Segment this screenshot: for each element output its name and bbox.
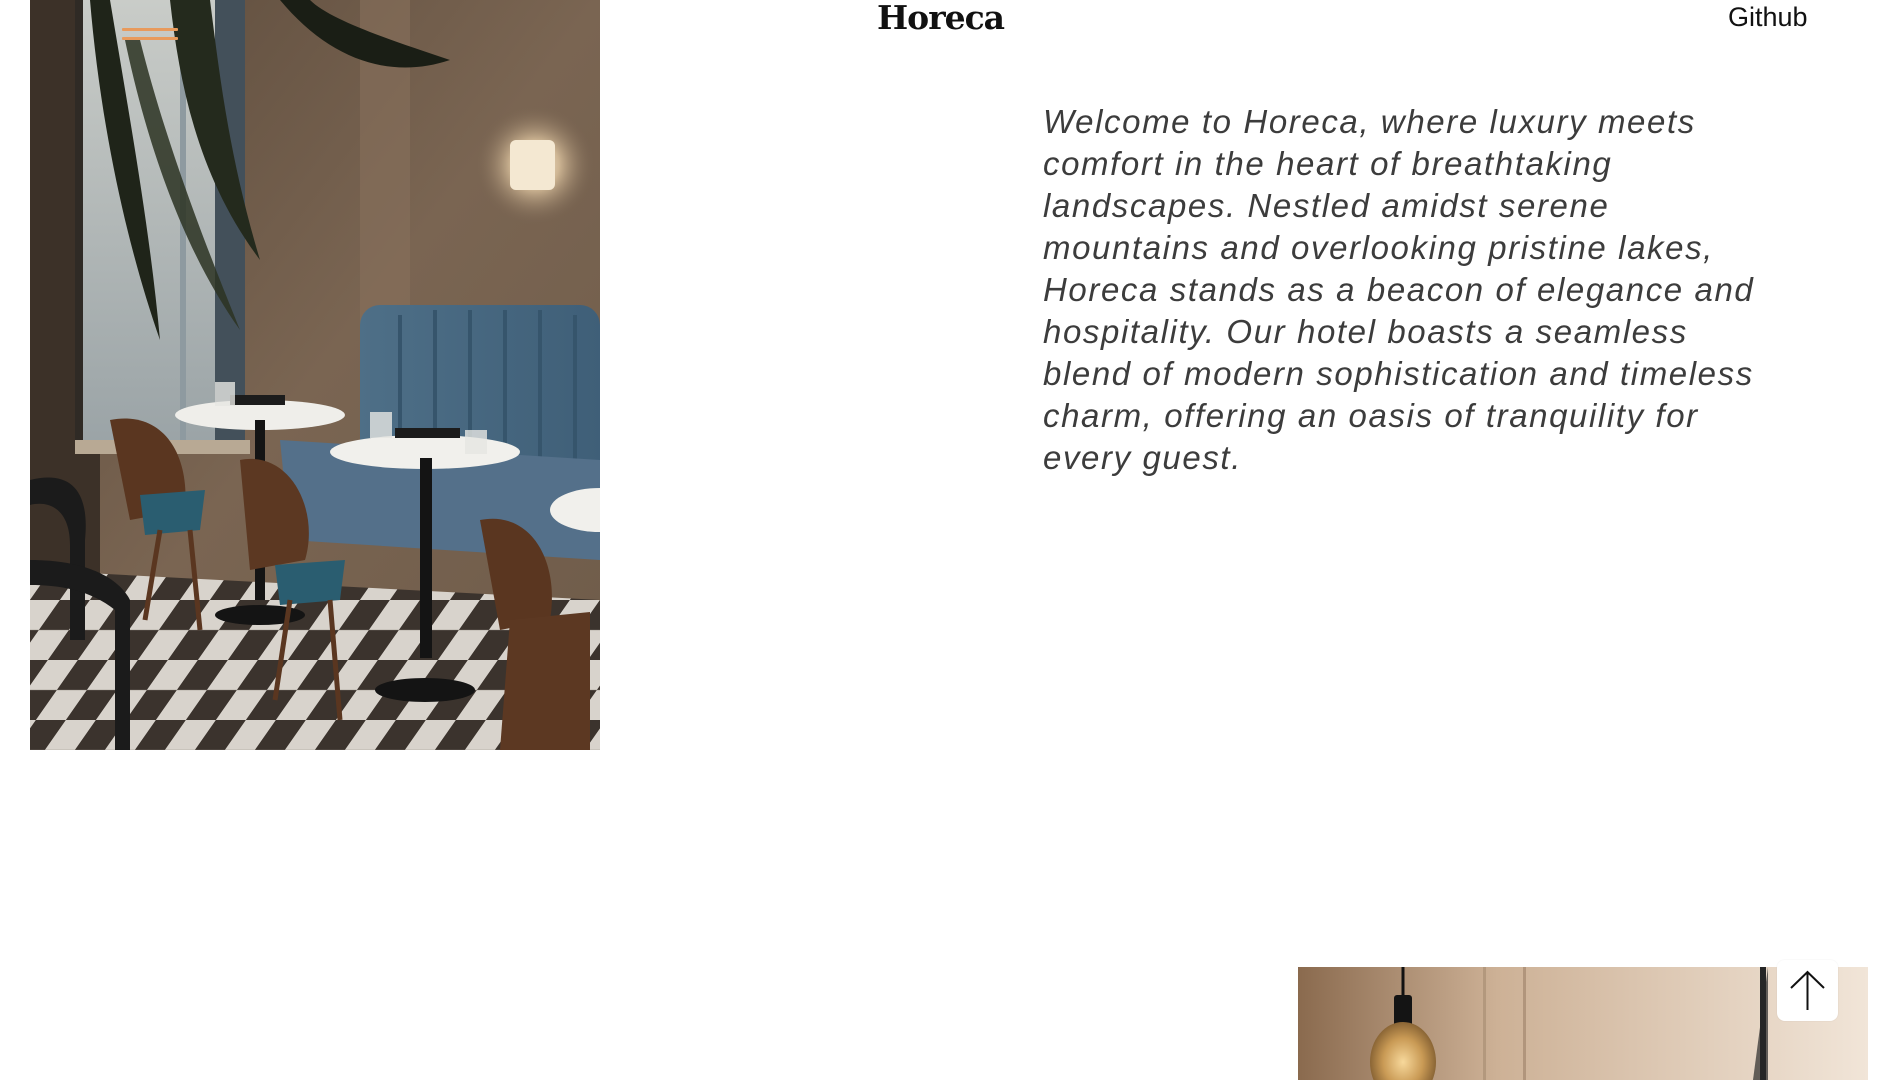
github-link[interactable]: Github: [1728, 0, 1808, 34]
scroll-to-top-button[interactable]: [1777, 960, 1838, 1021]
intro-paragraph: Welcome to Horeca, where luxury meets co…: [1043, 103, 1755, 476]
arrow-up-icon: [1790, 970, 1825, 1010]
menu-line-top: [122, 28, 178, 31]
menu-line-bottom: [122, 37, 178, 40]
page: Horeca Github Welcome to Horeca, where l…: [0, 0, 1879, 1080]
menu-button[interactable]: [117, 22, 183, 50]
restaurant-interior-photo: [30, 0, 600, 750]
site-logo[interactable]: Horeca: [877, 0, 1005, 38]
